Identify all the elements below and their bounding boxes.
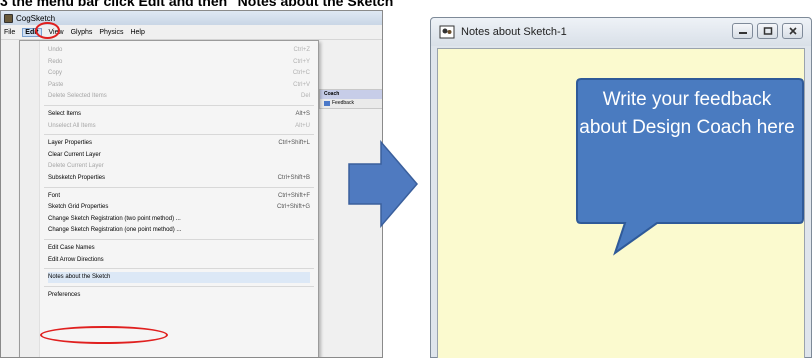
menu-help[interactable]: Help <box>130 29 144 36</box>
menu-item-label: Layer Properties <box>48 140 93 147</box>
menu-item-label: Paste <box>48 81 64 88</box>
menu-separator <box>44 268 314 270</box>
menu-item-shortcut: Ctrl+C <box>292 70 310 77</box>
menu-item-shortcut: Ctrl+Y <box>293 58 310 65</box>
maximize-icon <box>763 27 772 35</box>
menu-item-preferences[interactable]: Preferences <box>48 290 310 301</box>
menu-item-label: Edit Arrow Directions <box>48 256 104 263</box>
cogsketch-menubar: File Edit View Glyphs Physics Help <box>1 26 382 40</box>
notes-titlebar: Notes about Sketch-1 <box>431 18 811 46</box>
menu-item-subsketch-properties[interactable]: Subsketch Properties Ctrl+Shift+B <box>48 173 310 184</box>
menu-item-label: Font <box>48 192 61 199</box>
menu-item-shortcut: Alt+S <box>295 111 310 117</box>
cogsketch-app-icon <box>4 13 13 23</box>
menu-item-unselect-all-items[interactable]: Unselect All Items Alt+U <box>48 121 310 132</box>
feedback-button[interactable]: Feedback <box>320 99 382 108</box>
coach-toolbar-header: Coach <box>320 90 382 99</box>
menu-item-paste[interactable]: Paste Ctrl+V <box>48 80 310 91</box>
close-icon <box>788 27 797 35</box>
feedback-label: Feedback <box>332 100 354 106</box>
edit-menu-dropdown: Undo Ctrl+Z Redo Ctrl+Y Copy Ctrl+C Paste Ctrl+… <box>19 40 319 357</box>
callout-text: Write your feedback about Design Coach h… <box>579 89 795 138</box>
menu-item-redo[interactable]: Redo Ctrl+Y <box>48 57 310 68</box>
menu-item-label: Edit Case Names <box>48 245 95 251</box>
menu-item-notes-about-the-sketch[interactable]: Notes about the Sketch <box>48 272 310 284</box>
menu-item-label: Unselect All Items <box>48 122 96 129</box>
coach-toolbar: Coach Feedback <box>319 89 382 109</box>
menu-item-shortcut: Ctrl+Shift+F <box>277 192 310 199</box>
menu-view[interactable]: View <box>49 29 64 36</box>
minimize-button[interactable] <box>732 23 753 39</box>
menu-glyphs[interactable]: Glyphs <box>71 29 93 36</box>
menu-item-change-sketch-registration-one-point-method[interactable]: Change Sketch Registration (one point me… <box>48 225 310 236</box>
menu-item-label: Copy <box>48 70 63 77</box>
menu-item-label: Preferences <box>48 291 81 298</box>
cogsketch-title: CogSketch <box>16 13 56 23</box>
menu-item-label: Subsketch Properties <box>48 175 106 181</box>
menu-edit[interactable]: Edit <box>22 28 42 37</box>
instruction-caption: 3 the menu bar click Edit and then "Note… <box>0 0 400 9</box>
menu-item-shortcut: Ctrl+V <box>293 81 310 88</box>
menu-item-label: Sketch Grid Properties <box>48 204 109 211</box>
menu-item-shortcut: Del <box>300 93 310 100</box>
menu-separator <box>44 285 314 287</box>
menu-item-delete-current-layer[interactable]: Delete Current Layer <box>48 161 310 172</box>
menu-item-copy[interactable]: Copy Ctrl+C <box>48 68 310 79</box>
menu-item-shortcut: Ctrl+Shift+L <box>278 140 310 147</box>
menu-item-label: Clear Current Layer <box>48 151 101 158</box>
menu-item-change-sketch-registration-two-point-method[interactable]: Change Sketch Registration (two point me… <box>48 214 310 225</box>
menu-item-shortcut: Ctrl+Shift+B <box>277 175 310 181</box>
maximize-button[interactable] <box>757 23 778 39</box>
menu-separator <box>44 134 314 136</box>
menu-item-label: Change Sketch Registration (two point me… <box>48 215 181 222</box>
menu-separator <box>44 186 314 188</box>
menu-item-shortcut: Ctrl+Shift+G <box>276 204 310 211</box>
menu-item-layer-properties[interactable]: Layer Properties Ctrl+Shift+L <box>48 138 310 149</box>
menu-item-label: Delete Current Layer <box>48 163 104 170</box>
menu-separator <box>44 239 314 240</box>
menu-item-clear-current-layer[interactable]: Clear Current Layer <box>48 150 310 161</box>
menu-item-label: Undo <box>48 47 63 53</box>
notes-window-title: Notes about Sketch-1 <box>461 26 567 38</box>
menu-item-shortcut: Ctrl+Z <box>293 47 311 53</box>
menu-item-label: Select Items <box>48 111 82 117</box>
menu-item-sketch-grid-properties[interactable]: Sketch Grid Properties Ctrl+Shift+G <box>48 202 310 213</box>
menu-item-label: Notes about the Sketch <box>48 274 111 281</box>
menu-item-delete-selected-items[interactable]: Delete Selected Items Del <box>48 91 310 102</box>
menu-item-font[interactable]: Font Ctrl+Shift+F <box>48 191 310 202</box>
menu-item-label: Redo <box>48 58 63 65</box>
minimize-icon <box>738 32 747 34</box>
cogsketch-window: CogSketch File Edit View Glyphs Physics … <box>0 10 383 358</box>
menu-item-edit-arrow-directions[interactable]: Edit Arrow Directions <box>48 255 310 266</box>
menu-physics[interactable]: Physics <box>99 29 123 36</box>
menu-item-shortcut: Alt+U <box>295 122 310 129</box>
notes-app-icon <box>439 25 455 39</box>
menu-gutter <box>20 41 40 357</box>
menu-item-label: Delete Selected Items <box>48 93 107 100</box>
menu-file[interactable]: File <box>4 29 15 36</box>
menu-item-select-items[interactable]: Select Items Alt+S <box>48 109 310 120</box>
cogsketch-titlebar: CogSketch <box>1 11 382 25</box>
menu-item-undo[interactable]: Undo Ctrl+Z <box>48 45 310 56</box>
close-button[interactable] <box>782 23 803 39</box>
menu-separator <box>44 105 314 106</box>
right-arrow-icon <box>348 140 418 228</box>
menu-item-label: Change Sketch Registration (one point me… <box>48 227 182 234</box>
window-controls <box>732 23 803 39</box>
menu-item-edit-case-names[interactable]: Edit Case Names <box>48 243 310 254</box>
feedback-icon <box>324 101 330 106</box>
